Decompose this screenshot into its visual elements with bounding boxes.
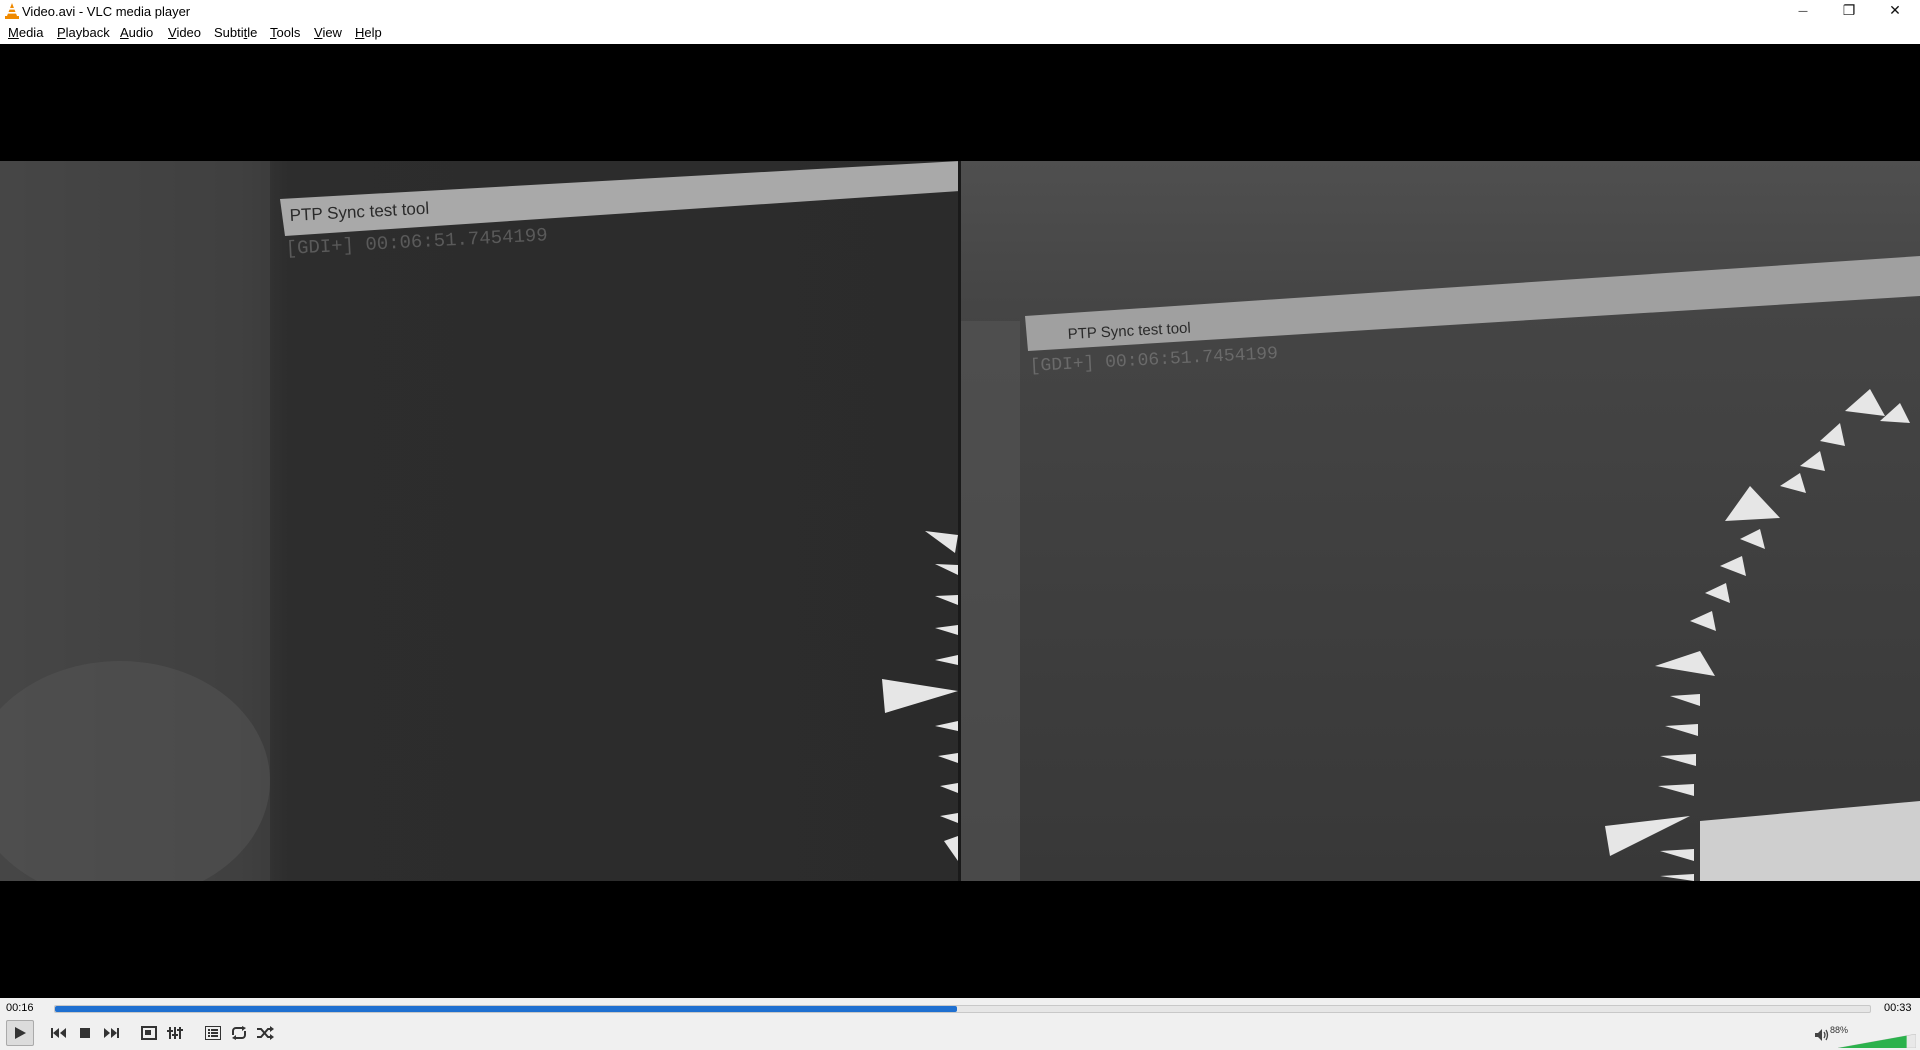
- fullscreen-icon: [141, 1026, 157, 1040]
- menu-tools[interactable]: Tools: [270, 25, 300, 40]
- menu-playback[interactable]: Playback: [57, 25, 110, 40]
- window-title: Video.avi - VLC media player: [22, 4, 191, 19]
- playlist-button[interactable]: [202, 1022, 224, 1044]
- menu-bar: Media Playback Audio Video Subtitle Tool…: [0, 22, 1920, 44]
- extended-settings-icon: [167, 1027, 183, 1039]
- minimize-icon: —: [1798, 5, 1808, 17]
- speaker-icon: [1815, 1029, 1829, 1041]
- menu-video[interactable]: Video: [168, 25, 201, 40]
- loop-icon: [232, 1026, 246, 1040]
- next-icon: [104, 1028, 119, 1038]
- seek-bar[interactable]: [54, 1005, 1871, 1013]
- control-bar: 00:16 00:33 88%: [0, 998, 1920, 1050]
- total-time[interactable]: 00:33: [1884, 1002, 1912, 1014]
- menu-media[interactable]: Media: [8, 25, 43, 40]
- menu-subtitle[interactable]: Subtitle: [214, 25, 257, 40]
- loop-button[interactable]: [228, 1022, 250, 1044]
- stop-button[interactable]: [74, 1022, 96, 1044]
- volume-slider[interactable]: [1838, 1034, 1916, 1048]
- play-button[interactable]: [6, 1020, 34, 1046]
- playlist-icon: [205, 1026, 221, 1040]
- extended-settings-button[interactable]: [164, 1022, 186, 1044]
- elapsed-time[interactable]: 00:16: [6, 1002, 34, 1014]
- video-output[interactable]: PTP Sync test tool [GDI+] 00:06:51.74541…: [0, 44, 1920, 998]
- title-bar: Video.avi - VLC media player — ❐ ✕: [0, 0, 1920, 22]
- close-icon: ✕: [1889, 3, 1901, 19]
- play-icon: [15, 1027, 26, 1039]
- menu-view[interactable]: View: [314, 25, 342, 40]
- maximize-button[interactable]: ❐: [1826, 0, 1872, 22]
- shuffle-button[interactable]: [254, 1022, 276, 1044]
- menu-audio[interactable]: Audio: [120, 25, 153, 40]
- fullscreen-button[interactable]: [138, 1022, 160, 1044]
- minimize-button[interactable]: —: [1780, 0, 1826, 22]
- next-button[interactable]: [100, 1022, 122, 1044]
- menu-help[interactable]: Help: [355, 25, 382, 40]
- close-button[interactable]: ✕: [1872, 0, 1918, 22]
- video-frame: PTP Sync test tool [GDI+] 00:06:51.74541…: [0, 161, 1920, 881]
- previous-button[interactable]: [48, 1022, 70, 1044]
- seek-progress: [55, 1006, 958, 1012]
- restore-icon: ❐: [1842, 3, 1856, 19]
- vlc-cone-icon: [5, 3, 19, 19]
- previous-icon: [51, 1028, 66, 1038]
- shuffle-icon: [257, 1026, 274, 1040]
- stop-icon: [80, 1028, 90, 1038]
